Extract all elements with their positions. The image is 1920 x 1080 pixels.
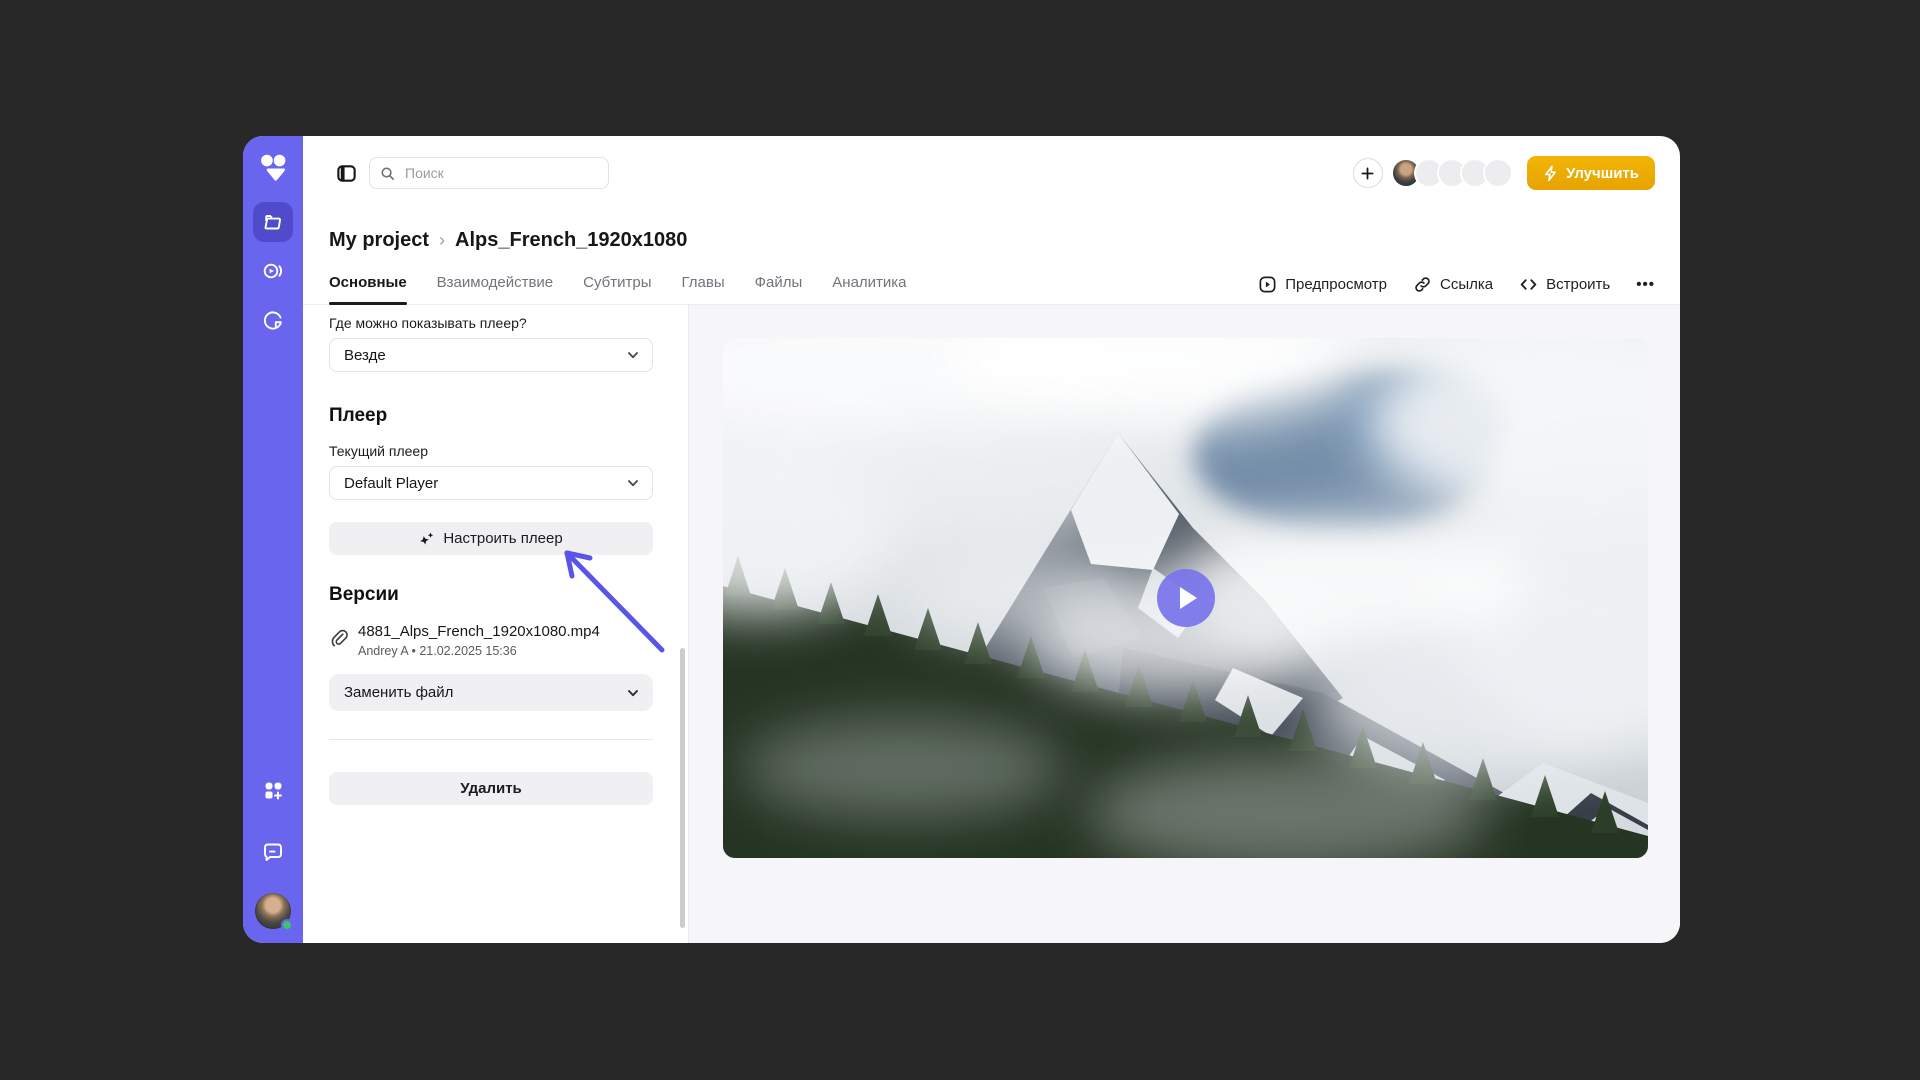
search-input[interactable] (403, 164, 598, 182)
page-title: Alps_French_1920x1080 (455, 229, 687, 252)
sparkles-icon (419, 531, 435, 547)
breadcrumb-project-link[interactable]: My project (329, 229, 429, 252)
chevron-down-icon (626, 476, 640, 490)
sidebar-item-live[interactable] (253, 251, 293, 291)
search-icon (380, 166, 395, 181)
link-icon (1413, 275, 1432, 294)
replace-file-dropdown[interactable]: Заменить файл (329, 674, 653, 711)
delete-button[interactable]: Удалить (329, 772, 653, 805)
sidebar-bottom (253, 771, 293, 929)
configure-player-button[interactable]: Настроить плеер (329, 522, 653, 555)
versions-section-title: Версии (329, 584, 653, 606)
header-actions: Предпросмотр Ссылка (1258, 275, 1655, 304)
sidebar (243, 136, 303, 943)
chevron-down-icon (626, 686, 640, 700)
panel-scrollbar-thumb[interactable] (680, 648, 685, 928)
member-avatar-stack (1391, 158, 1513, 188)
version-file-meta: Andrey A • 21.02.2025 15:36 (358, 644, 600, 658)
sidebar-item-apps[interactable] (253, 771, 293, 811)
tab-subtitles[interactable]: Субтитры (583, 274, 651, 304)
video-thumbnail[interactable] (723, 338, 1648, 858)
play-triangle-icon (1180, 587, 1197, 609)
sidebar-item-projects[interactable] (253, 202, 293, 242)
sidebar-item-support-chat[interactable] (253, 832, 293, 872)
version-file-row[interactable]: 4881_Alps_French_1920x1080.mp4 Andrey A … (329, 623, 653, 658)
topbar: Улучшить (335, 153, 1655, 193)
lightning-bolt-icon (1543, 165, 1558, 182)
tab-analytics[interactable]: Аналитика (832, 274, 906, 304)
main-area: Улучшить My project › Alps_French_1920x1… (303, 136, 1680, 943)
tab-files[interactable]: Файлы (755, 274, 803, 304)
guide-circle-icon (261, 308, 285, 332)
code-brackets-icon (1519, 275, 1538, 294)
player-section-title: Плеер (329, 405, 653, 427)
embed-button[interactable]: Встроить (1519, 275, 1610, 294)
chevron-down-icon (626, 348, 640, 362)
copy-link-button[interactable]: Ссылка (1413, 275, 1493, 294)
more-menu-button[interactable]: ••• (1636, 276, 1655, 293)
paperclip-icon (329, 628, 349, 648)
live-stream-icon (261, 259, 285, 283)
member-avatar-placeholder[interactable] (1483, 158, 1513, 188)
tab-main[interactable]: Основные (329, 274, 407, 304)
online-status-dot (281, 919, 293, 931)
topbar-right: Улучшить (1353, 156, 1655, 190)
preview-pane (688, 305, 1680, 943)
settings-panel: Где можно показывать плеер? Везде Плеер … (303, 305, 688, 943)
visibility-select[interactable]: Везде (329, 338, 653, 372)
breadcrumb: My project › Alps_French_1920x1080 (329, 229, 1655, 252)
breadcrumb-separator: › (439, 230, 445, 251)
add-member-button[interactable] (1353, 158, 1383, 188)
tabs-row: Основные Взаимодействие Субтитры Главы Ф… (303, 262, 1680, 305)
preview-button[interactable]: Предпросмотр (1258, 275, 1387, 294)
visibility-label: Где можно показывать плеер? (329, 315, 653, 331)
apps-grid-plus-icon (261, 779, 285, 803)
sidebar-toggle-icon[interactable] (335, 162, 358, 185)
current-player-select[interactable]: Default Player (329, 466, 653, 500)
sidebar-item-guide[interactable] (253, 300, 293, 340)
preview-play-icon (1258, 275, 1277, 294)
chat-bubble-icon (260, 839, 286, 865)
desktop: { "topbar": { "search_placeholder": "Пои… (0, 0, 1920, 1080)
tabs: Основные Взаимодействие Субтитры Главы Ф… (329, 274, 907, 304)
app-logo-icon[interactable] (257, 152, 289, 184)
play-button[interactable] (1157, 569, 1215, 627)
folder-icon (261, 210, 285, 234)
upgrade-button[interactable]: Улучшить (1527, 156, 1655, 190)
app-window: Улучшить My project › Alps_French_1920x1… (243, 136, 1680, 943)
divider (329, 739, 653, 740)
version-file-name: 4881_Alps_French_1920x1080.mp4 (358, 623, 600, 640)
search-box (369, 157, 609, 189)
content: Где можно показывать плеер? Везде Плеер … (303, 305, 1680, 943)
tab-interaction[interactable]: Взаимодействие (437, 274, 553, 304)
tab-chapters[interactable]: Главы (681, 274, 724, 304)
user-avatar[interactable] (255, 893, 291, 929)
current-player-label: Текущий плеер (329, 443, 653, 459)
